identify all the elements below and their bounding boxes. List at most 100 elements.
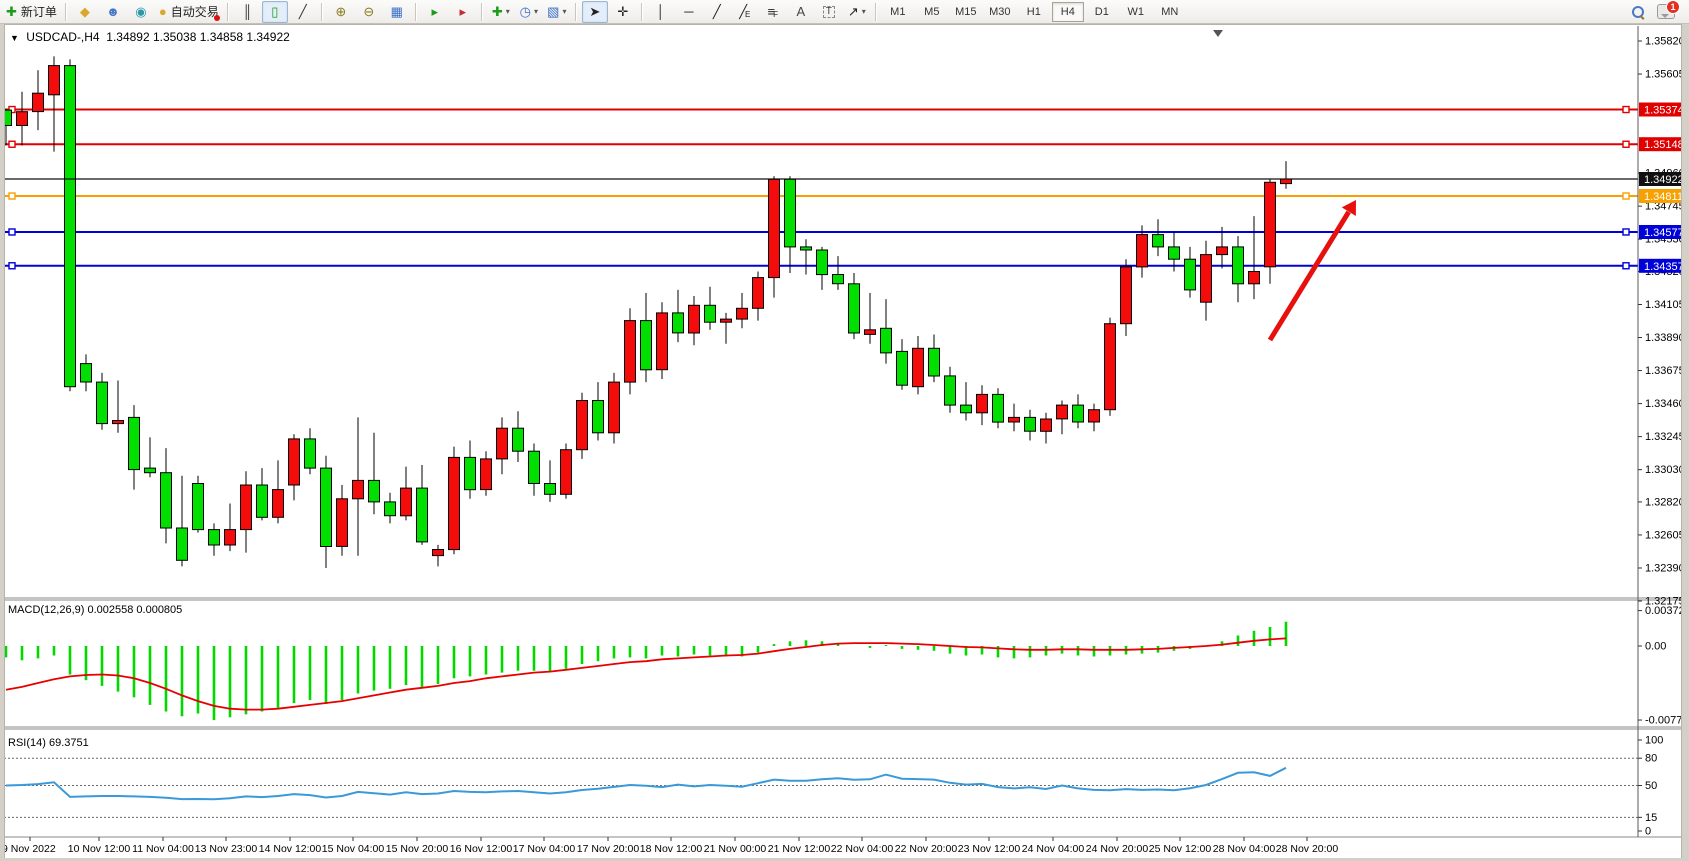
tile-windows-icon: ▦ bbox=[391, 5, 403, 18]
svg-text:16 Nov 12:00: 16 Nov 12:00 bbox=[450, 843, 513, 855]
chart-symbol-period: USDCAD-,H4 bbox=[26, 30, 99, 44]
zoom-in-icon[interactable]: ⊕ bbox=[328, 1, 354, 23]
timeframe-mn-button[interactable]: MN bbox=[1154, 2, 1186, 22]
hline-anchor[interactable] bbox=[1623, 193, 1629, 199]
hline-anchor[interactable] bbox=[9, 263, 15, 269]
periods-caret-icon[interactable]: ▾ bbox=[534, 8, 538, 16]
svg-text:100: 100 bbox=[1645, 735, 1663, 747]
chart-auto-scroll-icon: ▸ bbox=[460, 5, 467, 18]
toolbar-separator bbox=[875, 3, 877, 21]
svg-text:80: 80 bbox=[1645, 753, 1657, 765]
equidistant-channel-icon[interactable]: ╱E bbox=[732, 1, 758, 23]
hline-anchor[interactable] bbox=[9, 141, 15, 147]
svg-text:1.33460: 1.33460 bbox=[1645, 398, 1685, 410]
auto-trading-status-dot bbox=[214, 15, 220, 21]
mt4-window: { "toolbar": { "new_order_label": "新订单",… bbox=[0, 0, 1689, 861]
svg-text:21 Nov 00:00: 21 Nov 00:00 bbox=[704, 843, 767, 855]
timeframe-w1-button[interactable]: W1 bbox=[1120, 2, 1152, 22]
svg-text:24 Nov 20:00: 24 Nov 20:00 bbox=[1086, 843, 1149, 855]
equidistant-channel-sub: E bbox=[745, 11, 750, 19]
hline-anchor[interactable] bbox=[9, 229, 15, 235]
fibonacci-icon[interactable]: ≡F bbox=[760, 1, 786, 23]
publisher-icon: ☻ bbox=[106, 5, 120, 18]
hline-anchor[interactable] bbox=[1623, 107, 1629, 113]
chart-window: 1.358201.356051.349601.347451.345301.343… bbox=[0, 24, 1689, 861]
candlestick-chart-icon[interactable]: ▯ bbox=[262, 1, 288, 23]
timeframe-h1-button[interactable]: H1 bbox=[1018, 2, 1050, 22]
templates-icon[interactable]: ▧▾ bbox=[544, 1, 570, 23]
arrows-tool-icon[interactable]: ↗▾ bbox=[844, 1, 870, 23]
trendline-icon[interactable]: ╱ bbox=[704, 1, 730, 23]
chart-auto-scroll-icon[interactable]: ▸ bbox=[450, 1, 476, 23]
zoom-out-icon: ⊖ bbox=[363, 5, 374, 18]
timeframe-m15-button[interactable]: M15 bbox=[950, 2, 982, 22]
hline-anchor[interactable] bbox=[9, 193, 15, 199]
hline-anchor[interactable] bbox=[1623, 263, 1629, 269]
rsi-indicator-label: RSI(14) 69.3751 bbox=[8, 737, 89, 749]
chat-icon: 1 bbox=[1657, 4, 1675, 19]
svg-text:22 Nov 04:00: 22 Nov 04:00 bbox=[831, 843, 894, 855]
svg-text:17 Nov 20:00: 17 Nov 20:00 bbox=[577, 843, 640, 855]
hline-anchor[interactable] bbox=[1623, 229, 1629, 235]
svg-text:11 Nov 04:00: 11 Nov 04:00 bbox=[132, 843, 194, 855]
new-chart-caret-icon[interactable]: ▾ bbox=[506, 8, 510, 16]
text-icon: A bbox=[796, 5, 805, 18]
svg-text:13 Nov 23:00: 13 Nov 23:00 bbox=[195, 843, 258, 855]
svg-text:18 Nov 12:00: 18 Nov 12:00 bbox=[640, 843, 703, 855]
toolbar-separator bbox=[65, 3, 67, 21]
chart-title: ▼ USDCAD-,H4 1.34892 1.35038 1.34858 1.3… bbox=[10, 30, 290, 44]
templates-icon: ▧ bbox=[547, 5, 559, 18]
bar-chart-icon[interactable]: ║ bbox=[234, 1, 260, 23]
toolbar-separator bbox=[641, 3, 643, 21]
timeframe-m1-button[interactable]: M1 bbox=[882, 2, 914, 22]
timeframe-d1-button[interactable]: D1 bbox=[1086, 2, 1118, 22]
text-label-icon[interactable]: T bbox=[816, 1, 842, 23]
signals-icon[interactable]: ◉ bbox=[128, 1, 154, 23]
megaphone-icon[interactable]: ◆ bbox=[72, 1, 98, 23]
auto-trading-icon: ● bbox=[159, 5, 167, 18]
cursor-icon[interactable]: ➤ bbox=[582, 1, 608, 23]
templates-caret-icon[interactable]: ▾ bbox=[562, 8, 566, 16]
svg-text:1.32605: 1.32605 bbox=[1645, 530, 1685, 542]
auto-trading-button[interactable]: ●自动交易 bbox=[156, 1, 222, 23]
svg-text:0.00: 0.00 bbox=[1645, 641, 1666, 653]
periods-icon[interactable]: ◷▾ bbox=[516, 1, 542, 23]
left-window-strip bbox=[0, 24, 5, 861]
notification-badge: 1 bbox=[1666, 0, 1680, 14]
svg-text:10 Nov 12:00: 10 Nov 12:00 bbox=[68, 843, 131, 855]
zoom-out-icon[interactable]: ⊖ bbox=[356, 1, 382, 23]
scroll-to-end-icon[interactable]: ▸ bbox=[422, 1, 448, 23]
notifications-button[interactable]: 1 bbox=[1653, 1, 1679, 23]
vertical-line-icon[interactable]: │ bbox=[648, 1, 674, 23]
chevron-down-icon[interactable]: ▼ bbox=[10, 33, 19, 43]
chart-canvas[interactable]: 1.358201.356051.349601.347451.345301.343… bbox=[0, 24, 1689, 861]
search-button[interactable] bbox=[1625, 1, 1651, 23]
svg-text:1.34577: 1.34577 bbox=[1644, 227, 1684, 239]
hline-anchor[interactable] bbox=[1623, 141, 1629, 147]
timeframe-m5-button[interactable]: M5 bbox=[916, 2, 948, 22]
new-order-button[interactable]: ✚新订单 bbox=[3, 1, 60, 23]
timeframe-m30-button[interactable]: M30 bbox=[984, 2, 1016, 22]
svg-text:50: 50 bbox=[1645, 780, 1657, 792]
tile-windows-icon[interactable]: ▦ bbox=[384, 1, 410, 23]
svg-text:22 Nov 20:00: 22 Nov 20:00 bbox=[895, 843, 958, 855]
horizontal-line-icon[interactable]: ─ bbox=[676, 1, 702, 23]
line-chart-icon: ╱ bbox=[299, 5, 307, 18]
zoom-in-icon: ⊕ bbox=[335, 5, 346, 18]
new-chart-icon[interactable]: ✚▾ bbox=[488, 1, 514, 23]
publisher-icon[interactable]: ☻ bbox=[100, 1, 126, 23]
timeframe-h4-button[interactable]: H4 bbox=[1052, 2, 1084, 22]
svg-text:23 Nov 12:00: 23 Nov 12:00 bbox=[958, 843, 1021, 855]
arrows-tool-caret-icon[interactable]: ▾ bbox=[862, 8, 866, 16]
cursor-icon: ➤ bbox=[589, 5, 600, 18]
new-order-icon: ✚ bbox=[6, 5, 17, 18]
macd-indicator-label: MACD(12,26,9) 0.002558 0.000805 bbox=[8, 604, 182, 616]
megaphone-icon: ◆ bbox=[80, 5, 90, 18]
fibonacci-sub: F bbox=[773, 11, 778, 19]
signals-icon: ◉ bbox=[135, 5, 146, 18]
crosshair-icon[interactable]: ✛ bbox=[610, 1, 636, 23]
text-icon[interactable]: A bbox=[788, 1, 814, 23]
line-chart-icon[interactable]: ╱ bbox=[290, 1, 316, 23]
horizontal-line-icon: ─ bbox=[684, 5, 693, 18]
svg-text:15: 15 bbox=[1645, 812, 1657, 824]
